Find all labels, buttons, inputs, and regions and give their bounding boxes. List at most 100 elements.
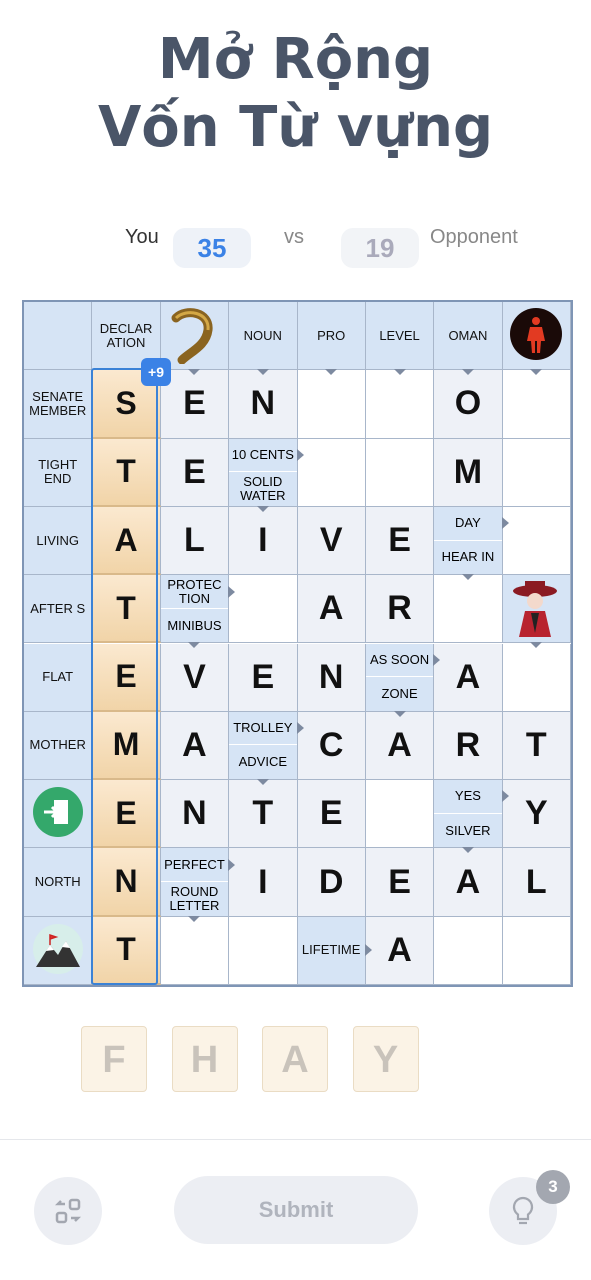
letter-cell[interactable]: A	[160, 711, 230, 781]
letter-cell[interactable]: V	[297, 506, 366, 576]
clue-across: 10 CENTS	[229, 438, 304, 473]
clue-text: 10 CENTS	[231, 446, 294, 462]
rack-tile[interactable]: F	[81, 1026, 147, 1092]
arrow-down-icon	[461, 847, 474, 854]
clue-cell: LIVING	[24, 506, 93, 576]
clue-text: PERFECT	[164, 856, 225, 872]
letter-cell[interactable]: A	[434, 848, 503, 917]
arrow-down-icon	[393, 710, 406, 717]
arrow-down-icon	[188, 642, 201, 649]
rack-tile[interactable]: H	[171, 1026, 238, 1092]
clue-cell: NORTH	[24, 848, 93, 917]
empty-cell[interactable]	[502, 370, 571, 439]
rack-tile[interactable]: A	[262, 1026, 328, 1092]
clue-cell: AFTER S	[24, 575, 93, 644]
letter-cell[interactable]: E	[160, 438, 230, 507]
empty-cell[interactable]	[365, 780, 435, 849]
letter-cell[interactable]: C	[297, 711, 366, 781]
empty-cell[interactable]	[434, 575, 503, 644]
letter-cell[interactable]: I	[229, 848, 298, 917]
letter-cell[interactable]: I	[229, 506, 298, 576]
arrow-down-icon	[461, 369, 474, 376]
letter-cell[interactable]: L	[160, 506, 230, 576]
clue-cell: LEVEL	[365, 302, 435, 376]
arrow-down-icon	[530, 642, 543, 649]
empty-cell[interactable]	[434, 916, 503, 985]
empty-cell[interactable]	[297, 370, 366, 439]
clue-text: AS SOON	[369, 651, 430, 667]
clue-down: SOLID WATER	[229, 472, 297, 512]
clue-text: TIGHT END	[38, 457, 78, 487]
title-line-1: Mở Rộng	[157, 27, 434, 92]
letter-cell[interactable]: D	[297, 848, 366, 917]
clue-text: LEVEL	[379, 327, 420, 343]
letter-cell[interactable]: T	[229, 780, 298, 849]
empty-cell[interactable]	[365, 438, 435, 507]
letter-cell[interactable]: N	[229, 370, 298, 439]
picture-clue-cell	[502, 575, 571, 649]
letter-cell[interactable]: E	[297, 780, 366, 849]
split-clue-cell: 10 CENTS SOLID WATER	[229, 438, 304, 512]
shuffle-button[interactable]	[34, 1177, 102, 1245]
clue-text: ADVICE	[238, 754, 288, 770]
split-clue-cell: PERFECT ROUND LETTER	[160, 848, 236, 922]
letter-cell[interactable]: E	[229, 643, 298, 712]
clue-text: AFTER S	[30, 600, 86, 616]
empty-cell[interactable]	[365, 370, 435, 439]
empty-cell[interactable]	[160, 916, 230, 985]
arrow-right-icon	[501, 790, 509, 803]
letter-cell[interactable]: R	[365, 575, 435, 644]
empty-cell[interactable]	[502, 438, 571, 507]
clue-down: ZONE	[365, 677, 434, 717]
rack-tile[interactable]: Y	[352, 1026, 419, 1092]
submit-button[interactable]: Submit	[174, 1176, 418, 1244]
empty-cell[interactable]	[229, 916, 298, 985]
clue-cell: SENATE MEMBER	[24, 370, 93, 439]
clue-text: NOUN	[243, 327, 282, 343]
arrow-down-icon	[188, 915, 201, 922]
letter-cell[interactable]: T	[502, 711, 571, 781]
letter-cell[interactable]: A	[365, 711, 435, 781]
clue-text: MINIBUS	[167, 617, 222, 633]
letter-cell[interactable]: V	[160, 643, 230, 712]
arrow-down-icon	[256, 505, 269, 512]
letter-cell[interactable]: A	[365, 916, 435, 985]
letter-cell[interactable]: E	[365, 848, 435, 917]
clue-text: MOTHER	[29, 737, 86, 753]
split-clue-cell: TROLLEY ADVICE	[229, 711, 304, 786]
hint-count-badge: 3	[536, 1170, 570, 1204]
empty-cell[interactable]	[502, 506, 571, 576]
letter-cell[interactable]: E	[160, 370, 230, 439]
clue-text: NORTH	[34, 874, 81, 890]
empty-cell[interactable]	[502, 643, 571, 712]
picture-clue-cell	[24, 916, 93, 985]
empty-cell[interactable]	[297, 438, 366, 507]
split-clue-cell: AS SOON ZONE	[365, 643, 441, 717]
letter-cell[interactable]: E	[365, 506, 435, 576]
arrow-right-icon	[296, 722, 304, 735]
eel-icon	[164, 304, 224, 367]
letter-cell[interactable]: R	[434, 711, 503, 781]
letter-cell[interactable]: N	[160, 780, 230, 849]
arrow-down-icon	[325, 369, 338, 376]
arrow-down-icon	[256, 369, 269, 376]
letter-cell[interactable]: O	[434, 370, 503, 439]
you-score: 35	[173, 228, 251, 268]
clue-text: ROUND LETTER	[169, 883, 220, 913]
empty-cell[interactable]	[502, 916, 571, 985]
clue-down: MINIBUS	[160, 608, 229, 649]
letter-cell[interactable]: A	[297, 575, 366, 644]
letter-cell[interactable]: A	[434, 643, 503, 712]
letter-cell[interactable]: M	[434, 438, 503, 507]
clue-cell: MOTHER	[24, 711, 93, 781]
clue-cell	[24, 302, 93, 371]
letter-cell[interactable]: N	[297, 643, 366, 712]
letter-cell[interactable]: Y	[502, 780, 571, 849]
clue-cell: LIFETIME	[297, 916, 372, 985]
clue-across: TROLLEY	[229, 711, 304, 746]
clue-across: YES	[434, 780, 509, 814]
page-title: Mở Rộng Vốn Từ vựng	[0, 26, 591, 162]
clue-cell: OMAN	[434, 302, 503, 376]
letter-cell[interactable]: L	[502, 848, 571, 917]
empty-cell[interactable]	[229, 575, 298, 644]
